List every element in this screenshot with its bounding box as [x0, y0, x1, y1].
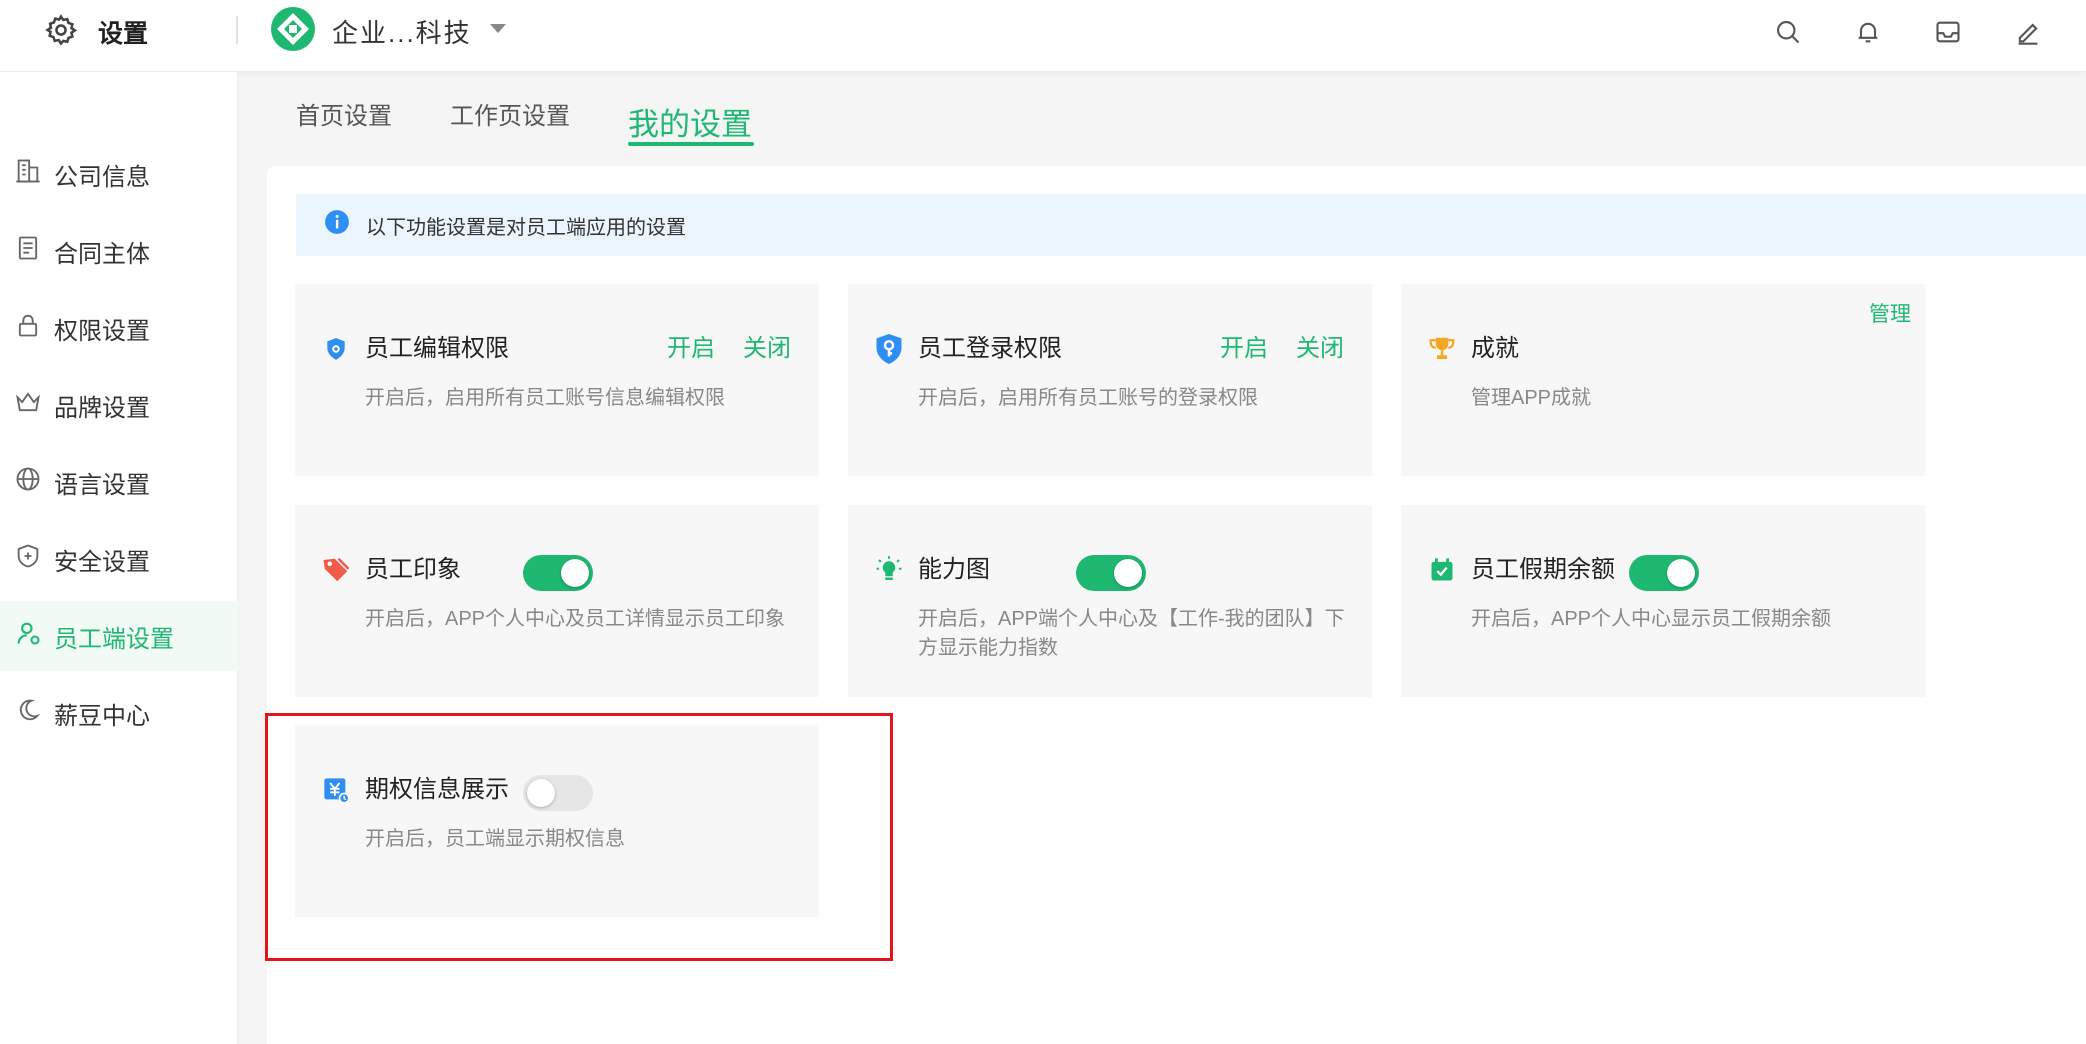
card-desc: 开启后，APP个人中心及员工详情显示员工印象 [365, 608, 786, 630]
info-notice: 以下功能设置是对员工端应用的设置 [296, 194, 2086, 256]
card-employee-impression: 员工印象 开启后，APP个人中心及员工详情显示员工印象 [295, 505, 819, 697]
leave-balance-toggle[interactable] [1629, 555, 1699, 591]
app-header: 设置 [44, 12, 148, 52]
shield-key-icon [874, 334, 904, 364]
card-desc: 开启后，启用所有员工账号信息编辑权限 [365, 387, 725, 409]
top-bar: 设置 企业...科技 [0, 0, 2086, 72]
bell-icon[interactable] [1850, 14, 1886, 50]
card-title: 员工假期余额 [1471, 556, 1615, 583]
toggle-knob [1667, 559, 1695, 587]
card-desc: 开启后，APP端个人中心及【工作-我的团队】下方显示能力指数 [918, 608, 1345, 659]
shield-icon [14, 542, 42, 577]
shield-gear-icon [321, 334, 351, 364]
card-achievement: 管理 成就 管理APP成就 [1401, 284, 1925, 476]
lock-icon [14, 311, 42, 346]
header-actions [1770, 14, 2046, 50]
sidebar-item-contract-entity[interactable]: 合同主体 [0, 216, 238, 286]
company-switcher[interactable]: 企业...科技 [270, 6, 508, 57]
sidebar: 公司信息 合同主体 权限设置 品牌设置 语言设置 安全设置 员工端设置 薪豆中心 [0, 72, 238, 1044]
disable-button[interactable]: 关闭 [743, 334, 791, 364]
user-icon [14, 619, 42, 654]
tab-home-settings[interactable]: 首页设置 [296, 96, 392, 131]
sidebar-item-permissions[interactable]: 权限设置 [0, 293, 238, 363]
sidebar-item-label: 权限设置 [54, 317, 150, 345]
tag-icon [321, 555, 351, 585]
manage-button[interactable]: 管理 [1869, 298, 1911, 328]
document-icon [14, 234, 42, 269]
sidebar-item-company-info[interactable]: 公司信息 [0, 139, 238, 209]
bean-icon [14, 696, 42, 731]
sidebar-item-label: 薪豆中心 [54, 702, 150, 730]
enable-button[interactable]: 开启 [667, 334, 715, 364]
inbox-icon[interactable] [1930, 14, 1966, 50]
disable-button[interactable]: 关闭 [1296, 334, 1344, 364]
card-ability-chart: 能力图 开启后，APP端个人中心及【工作-我的团队】下方显示能力指数 [848, 505, 1372, 697]
tab-active-indicator [628, 142, 754, 146]
impression-toggle[interactable] [523, 555, 593, 591]
sidebar-item-label: 员工端设置 [54, 625, 174, 653]
card-employee-login-permission: 员工登录权限 开启 关闭 开启后，启用所有员工账号的登录权限 [848, 284, 1372, 476]
sidebar-item-label: 合同主体 [54, 240, 150, 268]
sidebar-item-label: 语言设置 [54, 471, 150, 499]
enable-button[interactable]: 开启 [1220, 334, 1268, 364]
sidebar-item-employee-app[interactable]: 员工端设置 [0, 601, 238, 671]
building-icon [14, 157, 42, 192]
edit-icon[interactable] [2010, 14, 2046, 50]
info-text: 以下功能设置是对员工端应用的设置 [366, 216, 686, 239]
lightbulb-icon [874, 555, 904, 585]
sidebar-item-label: 品牌设置 [54, 394, 150, 422]
crown-icon [14, 388, 42, 423]
card-title: 能力图 [918, 556, 990, 583]
card-desc: 开启后，APP个人中心显示员工假期余额 [1471, 608, 1832, 630]
sidebar-item-brand[interactable]: 品牌设置 [0, 370, 238, 440]
sidebar-item-label: 安全设置 [54, 548, 150, 576]
card-title: 员工编辑权限 [365, 335, 509, 362]
sidebar-item-language[interactable]: 语言设置 [0, 447, 238, 517]
ability-chart-toggle[interactable] [1076, 555, 1146, 591]
sidebar-item-security[interactable]: 安全设置 [0, 524, 238, 594]
company-logo-icon [270, 6, 316, 57]
globe-icon [14, 465, 42, 500]
search-icon[interactable] [1770, 14, 1806, 50]
trophy-icon [1427, 334, 1457, 364]
toggle-knob [1114, 559, 1142, 587]
card-desc: 开启后，启用所有员工账号的登录权限 [918, 387, 1258, 409]
card-desc: 管理APP成就 [1471, 387, 1592, 409]
tab-work-settings[interactable]: 工作页设置 [450, 96, 570, 131]
card-leave-balance: 员工假期余额 开启后，APP个人中心显示员工假期余额 [1401, 505, 1925, 697]
sidebar-item-label: 公司信息 [54, 163, 150, 191]
info-icon [324, 209, 350, 241]
toggle-knob [561, 559, 589, 587]
chevron-down-icon[interactable] [488, 22, 508, 41]
sidebar-item-bean-center[interactable]: 薪豆中心 [0, 678, 238, 748]
card-title: 员工印象 [365, 556, 461, 583]
highlight-box [265, 713, 893, 961]
header-divider [236, 16, 238, 44]
card-title: 员工登录权限 [918, 335, 1062, 362]
card-employee-edit-permission: 员工编辑权限 开启 关闭 开启后，启用所有员工账号信息编辑权限 [295, 284, 819, 476]
gear-icon [44, 13, 78, 52]
company-name: 企业...科技 [332, 17, 472, 48]
app-title: 设置 [98, 20, 149, 48]
tab-my-settings[interactable]: 我的设置 [628, 99, 752, 144]
calendar-icon [1427, 555, 1457, 585]
card-title: 成就 [1471, 335, 1519, 362]
